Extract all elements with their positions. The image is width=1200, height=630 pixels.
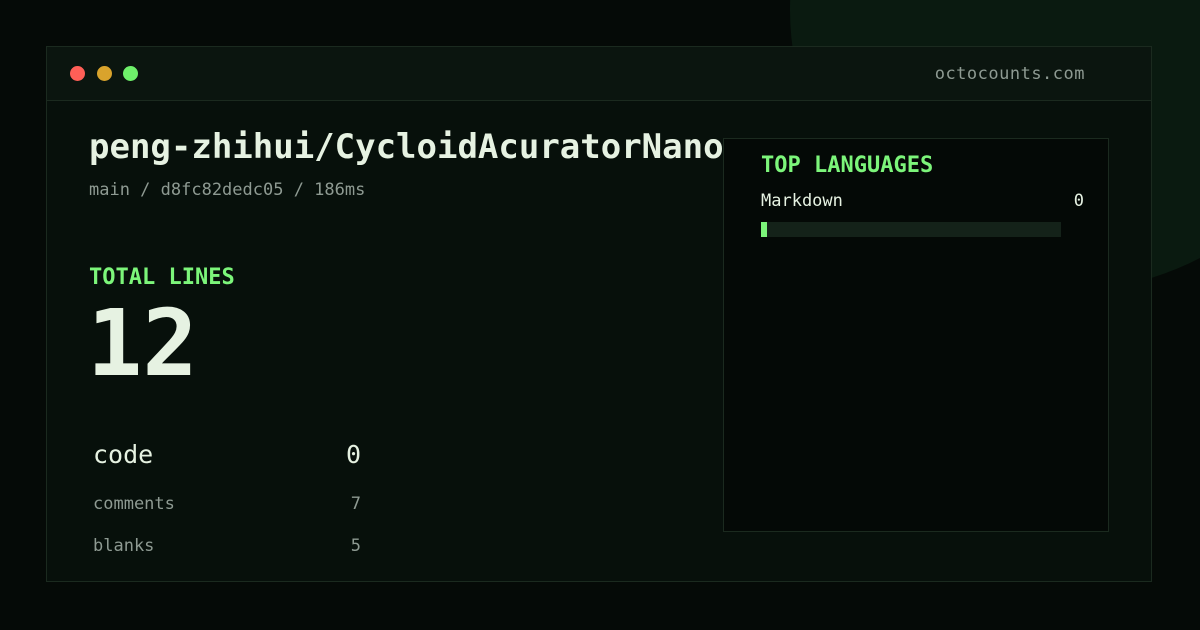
language-name: Markdown (761, 191, 843, 211)
window-titlebar: octocounts.com (47, 47, 1151, 101)
top-languages-heading: TOP LANGUAGES (761, 153, 934, 178)
language-count: 0 (1073, 191, 1084, 211)
stat-label: code (93, 440, 154, 469)
stat-row-code: code 0 (93, 440, 361, 469)
language-bar-fill (761, 222, 767, 237)
minimize-dot-icon[interactable] (97, 66, 112, 81)
stat-label: blanks (93, 536, 155, 556)
close-dot-icon[interactable] (70, 66, 85, 81)
repo-meta: main / d8fc82dedc05 / 186ms (89, 180, 366, 200)
repo-title: peng-zhihui/CycloidAcuratorNano (89, 127, 724, 167)
stat-row-comments: comments 7 (93, 494, 361, 514)
page: octocounts.com peng-zhihui/CycloidAcurat… (0, 0, 1200, 630)
browser-window: octocounts.com peng-zhihui/CycloidAcurat… (46, 46, 1152, 582)
maximize-dot-icon[interactable] (123, 66, 138, 81)
site-domain: octocounts.com (934, 64, 1085, 84)
stat-row-blanks: blanks 5 (93, 536, 361, 556)
total-lines-value: 12 (87, 290, 198, 397)
stat-value: 7 (350, 494, 361, 514)
total-lines-label: TOTAL LINES (89, 265, 235, 290)
stat-label: comments (93, 494, 175, 514)
language-bar-track (761, 222, 1061, 237)
stat-value: 0 (345, 440, 361, 469)
stat-value: 5 (350, 536, 361, 556)
top-languages-panel: TOP LANGUAGES Markdown 0 (723, 138, 1109, 532)
